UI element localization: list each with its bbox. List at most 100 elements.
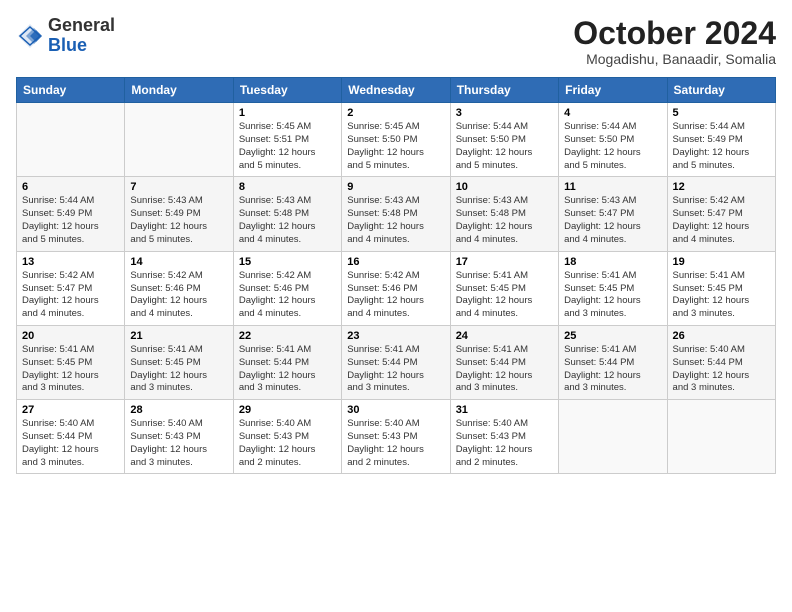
day-number: 30	[347, 404, 444, 416]
day-info: Sunrise: 5:43 AM Sunset: 5:48 PM Dayligh…	[239, 195, 336, 246]
calendar-table: Sunday Monday Tuesday Wednesday Thursday…	[16, 77, 776, 474]
day-info: Sunrise: 5:44 AM Sunset: 5:50 PM Dayligh…	[564, 121, 661, 172]
day-info: Sunrise: 5:42 AM Sunset: 5:46 PM Dayligh…	[347, 270, 444, 321]
table-row: 23 Sunrise: 5:41 AM Sunset: 5:44 PM Dayli…	[342, 325, 450, 399]
day-number: 25	[564, 330, 661, 342]
day-number: 19	[673, 256, 770, 268]
day-info: Sunrise: 5:40 AM Sunset: 5:43 PM Dayligh…	[130, 418, 227, 469]
day-number: 23	[347, 330, 444, 342]
header-tuesday: Tuesday	[233, 78, 341, 103]
day-info: Sunrise: 5:41 AM Sunset: 5:44 PM Dayligh…	[239, 344, 336, 395]
day-info: Sunrise: 5:43 AM Sunset: 5:48 PM Dayligh…	[456, 195, 553, 246]
table-row: 19Sunrise: 5:41 AM Sunset: 5:45 PM Dayli…	[667, 251, 775, 325]
table-row: 24 Sunrise: 5:41 AM Sunset: 5:44 PM Dayli…	[450, 325, 558, 399]
day-info: Sunrise: 5:44 AM Sunset: 5:49 PM Dayligh…	[673, 121, 770, 172]
header-sunday: Sunday	[17, 78, 125, 103]
day-number: 18	[564, 256, 661, 268]
day-info: Sunrise: 5:40 AM Sunset: 5:44 PM Dayligh…	[673, 344, 770, 395]
day-info: Sunrise: 5:42 AM Sunset: 5:46 PM Dayligh…	[239, 270, 336, 321]
table-row: 14Sunrise: 5:42 AM Sunset: 5:46 PM Dayli…	[125, 251, 233, 325]
day-info: Sunrise: 5:41 AM Sunset: 5:45 PM Dayligh…	[130, 344, 227, 395]
table-row: 7 Sunrise: 5:43 AM Sunset: 5:49 PM Daylig…	[125, 177, 233, 251]
table-row: 3 Sunrise: 5:44 AM Sunset: 5:50 PM Daylig…	[450, 103, 558, 177]
day-info: Sunrise: 5:41 AM Sunset: 5:45 PM Dayligh…	[456, 270, 553, 321]
header-wednesday: Wednesday	[342, 78, 450, 103]
day-number: 12	[673, 181, 770, 193]
day-info: Sunrise: 5:43 AM Sunset: 5:49 PM Dayligh…	[130, 195, 227, 246]
day-number: 1	[239, 107, 336, 119]
day-info: Sunrise: 5:40 AM Sunset: 5:43 PM Dayligh…	[347, 418, 444, 469]
calendar-week-4: 20 Sunrise: 5:41 AM Sunset: 5:45 PM Dayli…	[17, 325, 776, 399]
day-info: Sunrise: 5:43 AM Sunset: 5:47 PM Dayligh…	[564, 195, 661, 246]
table-row: 20Sunrise: 5:41 AM Sunset: 5:45 PM Dayli…	[17, 325, 125, 399]
table-row: 1 Sunrise: 5:45 AM Sunset: 5:51 PM Daylig…	[233, 103, 341, 177]
day-number: 29	[239, 404, 336, 416]
day-number: 21	[130, 330, 227, 342]
day-info: Sunrise: 5:41 AM Sunset: 5:44 PM Dayligh…	[564, 344, 661, 395]
table-row: 12 Sunrise: 5:42 AM Sunset: 5:47 PM Dayli…	[667, 177, 775, 251]
table-row: 16Sunrise: 5:42 AM Sunset: 5:46 PM Dayli…	[342, 251, 450, 325]
day-number: 20	[22, 330, 119, 342]
table-row: 11 Sunrise: 5:43 AM Sunset: 5:47 PM Dayli…	[559, 177, 667, 251]
day-info: Sunrise: 5:42 AM Sunset: 5:47 PM Dayligh…	[22, 270, 119, 321]
day-number: 4	[564, 107, 661, 119]
calendar-week-5: 27 Sunrise: 5:40 AM Sunset: 5:44 PM Dayli…	[17, 400, 776, 474]
header-thursday: Thursday	[450, 78, 558, 103]
table-row	[667, 400, 775, 474]
logo-general: General	[48, 15, 115, 35]
day-number: 7	[130, 181, 227, 193]
day-info: Sunrise: 5:42 AM Sunset: 5:47 PM Dayligh…	[673, 195, 770, 246]
day-number: 15	[239, 256, 336, 268]
day-info: Sunrise: 5:45 AM Sunset: 5:51 PM Dayligh…	[239, 121, 336, 172]
day-number: 24	[456, 330, 553, 342]
day-number: 11	[564, 181, 661, 193]
day-number: 9	[347, 181, 444, 193]
day-info: Sunrise: 5:41 AM Sunset: 5:44 PM Dayligh…	[456, 344, 553, 395]
table-row: 25 Sunrise: 5:41 AM Sunset: 5:44 PM Dayli…	[559, 325, 667, 399]
table-row: 22Sunrise: 5:41 AM Sunset: 5:44 PM Dayli…	[233, 325, 341, 399]
logo-blue: Blue	[48, 35, 87, 55]
logo-text: General Blue	[48, 16, 115, 56]
location-subtitle: Mogadishu, Banaadir, Somalia	[573, 51, 776, 67]
table-row: 27 Sunrise: 5:40 AM Sunset: 5:44 PM Dayli…	[17, 400, 125, 474]
day-info: Sunrise: 5:44 AM Sunset: 5:49 PM Dayligh…	[22, 195, 119, 246]
day-info: Sunrise: 5:44 AM Sunset: 5:50 PM Dayligh…	[456, 121, 553, 172]
table-row	[125, 103, 233, 177]
calendar-week-1: 1 Sunrise: 5:45 AM Sunset: 5:51 PM Daylig…	[17, 103, 776, 177]
calendar-header-row: Sunday Monday Tuesday Wednesday Thursday…	[17, 78, 776, 103]
day-number: 14	[130, 256, 227, 268]
table-row: 31Sunrise: 5:40 AM Sunset: 5:43 PM Dayli…	[450, 400, 558, 474]
day-info: Sunrise: 5:40 AM Sunset: 5:44 PM Dayligh…	[22, 418, 119, 469]
header-monday: Monday	[125, 78, 233, 103]
day-number: 3	[456, 107, 553, 119]
logo-icon	[16, 22, 44, 50]
header-friday: Friday	[559, 78, 667, 103]
day-number: 26	[673, 330, 770, 342]
table-row: 30 Sunrise: 5:40 AM Sunset: 5:43 PM Dayli…	[342, 400, 450, 474]
table-row: 13Sunrise: 5:42 AM Sunset: 5:47 PM Dayli…	[17, 251, 125, 325]
table-row: 17Sunrise: 5:41 AM Sunset: 5:45 PM Dayli…	[450, 251, 558, 325]
table-row: 28 Sunrise: 5:40 AM Sunset: 5:43 PM Dayli…	[125, 400, 233, 474]
day-number: 8	[239, 181, 336, 193]
page: General Blue October 2024 Mogadishu, Ban…	[0, 0, 792, 612]
table-row	[17, 103, 125, 177]
day-number: 31	[456, 404, 553, 416]
table-row: 18 Sunrise: 5:41 AM Sunset: 5:45 PM Dayli…	[559, 251, 667, 325]
day-info: Sunrise: 5:41 AM Sunset: 5:44 PM Dayligh…	[347, 344, 444, 395]
day-number: 2	[347, 107, 444, 119]
day-info: Sunrise: 5:45 AM Sunset: 5:50 PM Dayligh…	[347, 121, 444, 172]
table-row: 9 Sunrise: 5:43 AM Sunset: 5:48 PM Daylig…	[342, 177, 450, 251]
table-row: 21 Sunrise: 5:41 AM Sunset: 5:45 PM Dayli…	[125, 325, 233, 399]
table-row: 2 Sunrise: 5:45 AM Sunset: 5:50 PM Daylig…	[342, 103, 450, 177]
table-row	[559, 400, 667, 474]
calendar-week-3: 13Sunrise: 5:42 AM Sunset: 5:47 PM Dayli…	[17, 251, 776, 325]
day-info: Sunrise: 5:43 AM Sunset: 5:48 PM Dayligh…	[347, 195, 444, 246]
day-number: 5	[673, 107, 770, 119]
day-number: 28	[130, 404, 227, 416]
table-row: 10Sunrise: 5:43 AM Sunset: 5:48 PM Dayli…	[450, 177, 558, 251]
table-row: 29Sunrise: 5:40 AM Sunset: 5:43 PM Dayli…	[233, 400, 341, 474]
day-info: Sunrise: 5:41 AM Sunset: 5:45 PM Dayligh…	[564, 270, 661, 321]
day-number: 27	[22, 404, 119, 416]
calendar-week-2: 6Sunrise: 5:44 AM Sunset: 5:49 PM Daylig…	[17, 177, 776, 251]
table-row: 26 Sunrise: 5:40 AM Sunset: 5:44 PM Dayli…	[667, 325, 775, 399]
